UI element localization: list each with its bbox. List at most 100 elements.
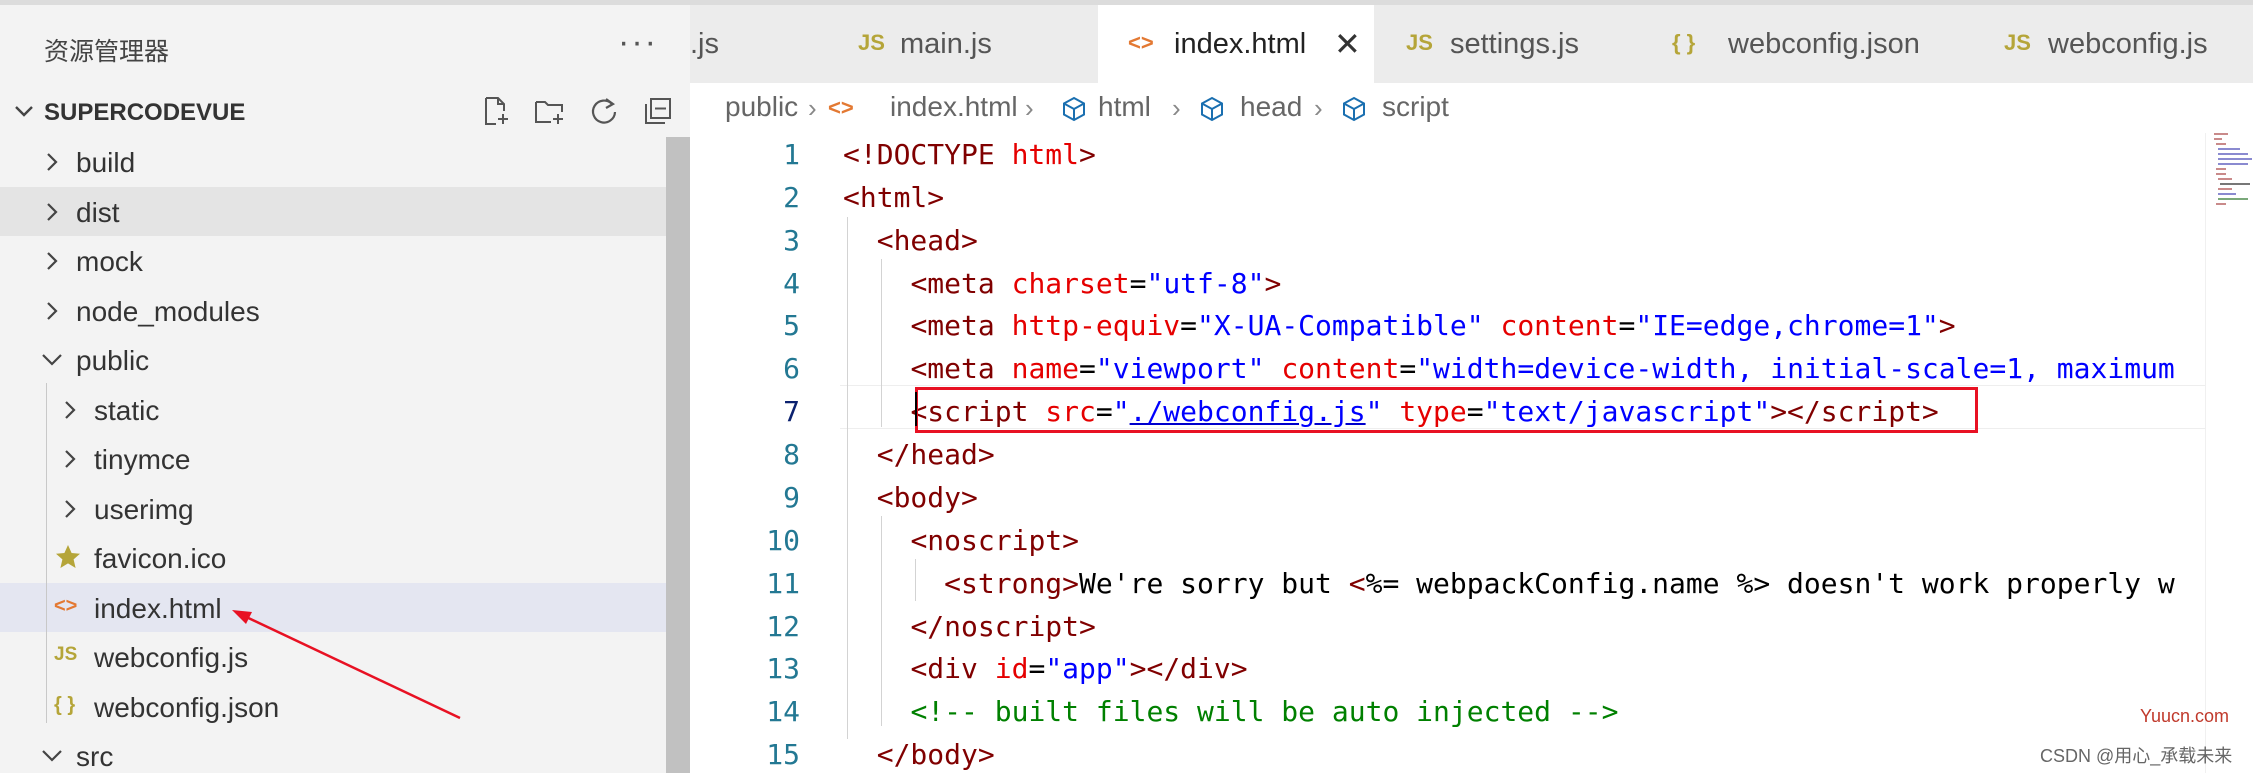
tree-item-label: index.html [94, 592, 222, 624]
tab-settings-js[interactable]: JS settings.js [1374, 5, 1643, 83]
tree-item-label: build [76, 147, 136, 178]
minimap[interactable] [2205, 133, 2253, 773]
minimap-line [2216, 143, 2226, 145]
minimap-line [2214, 138, 2222, 140]
tree-item-webconfig-js[interactable]: JS webconfig.js [0, 632, 690, 682]
minimap-line [2218, 158, 2252, 160]
minimap-line [2216, 203, 2226, 205]
tree-item-label: static [94, 394, 160, 426]
explorer-title: 资源管理器 [44, 38, 170, 66]
tab-webconfig-js[interactable]: JS webconfig.js [1972, 5, 2253, 83]
js-file-icon: JS [54, 644, 78, 665]
tree-item-label: webconfig.js [94, 642, 249, 673]
line-number: 13 [766, 652, 800, 685]
watermark-author: CSDN @用心_承载未来 [2040, 746, 2233, 766]
breadcrumb-item[interactable]: script [1382, 91, 1449, 123]
explorer-toolbar [476, 91, 678, 131]
sidebar-scrollbar[interactable] [666, 137, 690, 773]
chevron-down-icon [40, 349, 64, 376]
chevron-right-icon [42, 300, 62, 327]
watermark-site: Yuucn.com [2140, 706, 2230, 726]
code-editor[interactable]: 1 2 3 4 5 6 7 8 9 10 11 12 13 14 15 <!DO… [690, 133, 2205, 773]
line-number: 15 [766, 738, 800, 771]
line-number: 10 [766, 524, 800, 557]
minimap-line [2218, 148, 2240, 150]
html-file-icon: <> [54, 594, 78, 617]
tree-item-userimg[interactable]: userimg [0, 484, 690, 534]
line-number: 12 [766, 610, 800, 643]
minimap-line [2218, 188, 2232, 190]
code-line: <!DOCTYPE html> [843, 138, 1096, 171]
explorer-sidebar: 资源管理器 ··· SUPERCODEVUE build dist mock n… [0, 5, 690, 773]
tab-main-js[interactable]: JS main.js [826, 5, 1099, 83]
minimap-line [2214, 133, 2228, 135]
js-file-icon: JS [1406, 30, 1433, 55]
code-line: </noscript> [910, 610, 1096, 643]
breadcrumb-item[interactable]: head [1240, 91, 1302, 123]
minimap-line [2216, 168, 2226, 170]
breadcrumb-item[interactable]: index.html [890, 91, 1018, 123]
tree-item-node-modules[interactable]: node_modules [0, 286, 690, 336]
minimap-line [2220, 183, 2250, 185]
breadcrumb-item[interactable]: html [1098, 91, 1151, 123]
line-number: 11 [766, 567, 800, 600]
code-line: </body> [876, 738, 995, 771]
tree-item-favicon[interactable]: favicon.ico [0, 533, 690, 583]
refresh-icon[interactable] [584, 91, 624, 131]
cube-icon [1060, 95, 1088, 130]
tree-item-tinymce[interactable]: tinymce [0, 434, 690, 484]
line-number: 9 [783, 481, 800, 514]
chevron-right-icon [60, 448, 80, 475]
json-file-icon: { } [1672, 30, 1696, 55]
tree-item-label: src [76, 741, 114, 772]
chevron-right-icon [60, 399, 80, 426]
code-line: <meta http-equiv="X-UA-Compatible" conte… [910, 309, 1956, 342]
collapse-all-icon[interactable] [638, 91, 678, 131]
minimap-line [2216, 173, 2226, 175]
line-number: 1 [783, 138, 800, 171]
minimap-line [2218, 193, 2236, 195]
tree-item-label: mock [76, 246, 143, 277]
new-folder-icon[interactable] [530, 91, 570, 131]
tab-webconfig-json[interactable]: { } webconfig.json [1642, 5, 1973, 83]
tree-item-webconfig-json[interactable]: { } webconfig.json [0, 682, 690, 732]
close-icon[interactable]: ✕ [1334, 25, 1361, 63]
tree-item-label: favicon.ico [94, 543, 227, 574]
tree-item-dist[interactable]: dist [0, 186, 690, 236]
tree-indent-guide [46, 383, 47, 723]
tree-item-public[interactable]: public [0, 335, 690, 385]
chevron-right-icon: › [1172, 93, 1181, 123]
tab-label: .js [690, 28, 719, 60]
tree-item-build[interactable]: build [0, 137, 690, 187]
tree-item-mock[interactable]: mock [0, 236, 690, 286]
code-line: <meta charset="utf-8"> [910, 267, 1282, 300]
code-line: <!-- built files will be auto injected -… [910, 695, 1619, 728]
breadcrumb-item[interactable]: public [725, 91, 798, 123]
code-line: <strong>We're sorry but <%= webpackConfi… [944, 567, 2175, 600]
more-actions-icon[interactable]: ··· [618, 23, 658, 62]
code-line: <div id="app"></div> [910, 652, 1248, 685]
code-line: <body> [876, 481, 978, 514]
tree-item-static[interactable]: static [0, 385, 690, 435]
tree-item-label: userimg [94, 493, 194, 525]
cube-icon [1340, 95, 1368, 130]
chevron-right-icon: › [1025, 93, 1034, 123]
chevron-right-icon: › [1314, 93, 1323, 123]
tree-item-label: dist [76, 196, 120, 228]
html-file-icon: <> [1128, 30, 1154, 55]
chevron-right-icon [60, 498, 80, 525]
editor-tab-bar: .js JS main.js <> index.html ✕ JS settin… [690, 5, 2253, 83]
code-line: <meta name="viewport" content="width=dev… [910, 352, 2175, 385]
tree-item-src[interactable]: src [0, 731, 690, 773]
minimap-line [2218, 153, 2248, 155]
chevron-right-icon [42, 201, 62, 228]
new-file-icon[interactable] [476, 91, 516, 131]
js-file-icon: JS [2004, 30, 2031, 55]
tree-item-index-html[interactable]: <> index.html [0, 582, 690, 632]
chevron-right-icon [42, 250, 62, 277]
code-line: <noscript> [910, 524, 1080, 557]
tree-item-label: public [76, 345, 150, 376]
tab-js-partial[interactable]: .js [690, 5, 827, 83]
tab-index-html[interactable]: <> index.html ✕ [1098, 5, 1375, 83]
tree-item-label: node_modules [76, 295, 260, 327]
